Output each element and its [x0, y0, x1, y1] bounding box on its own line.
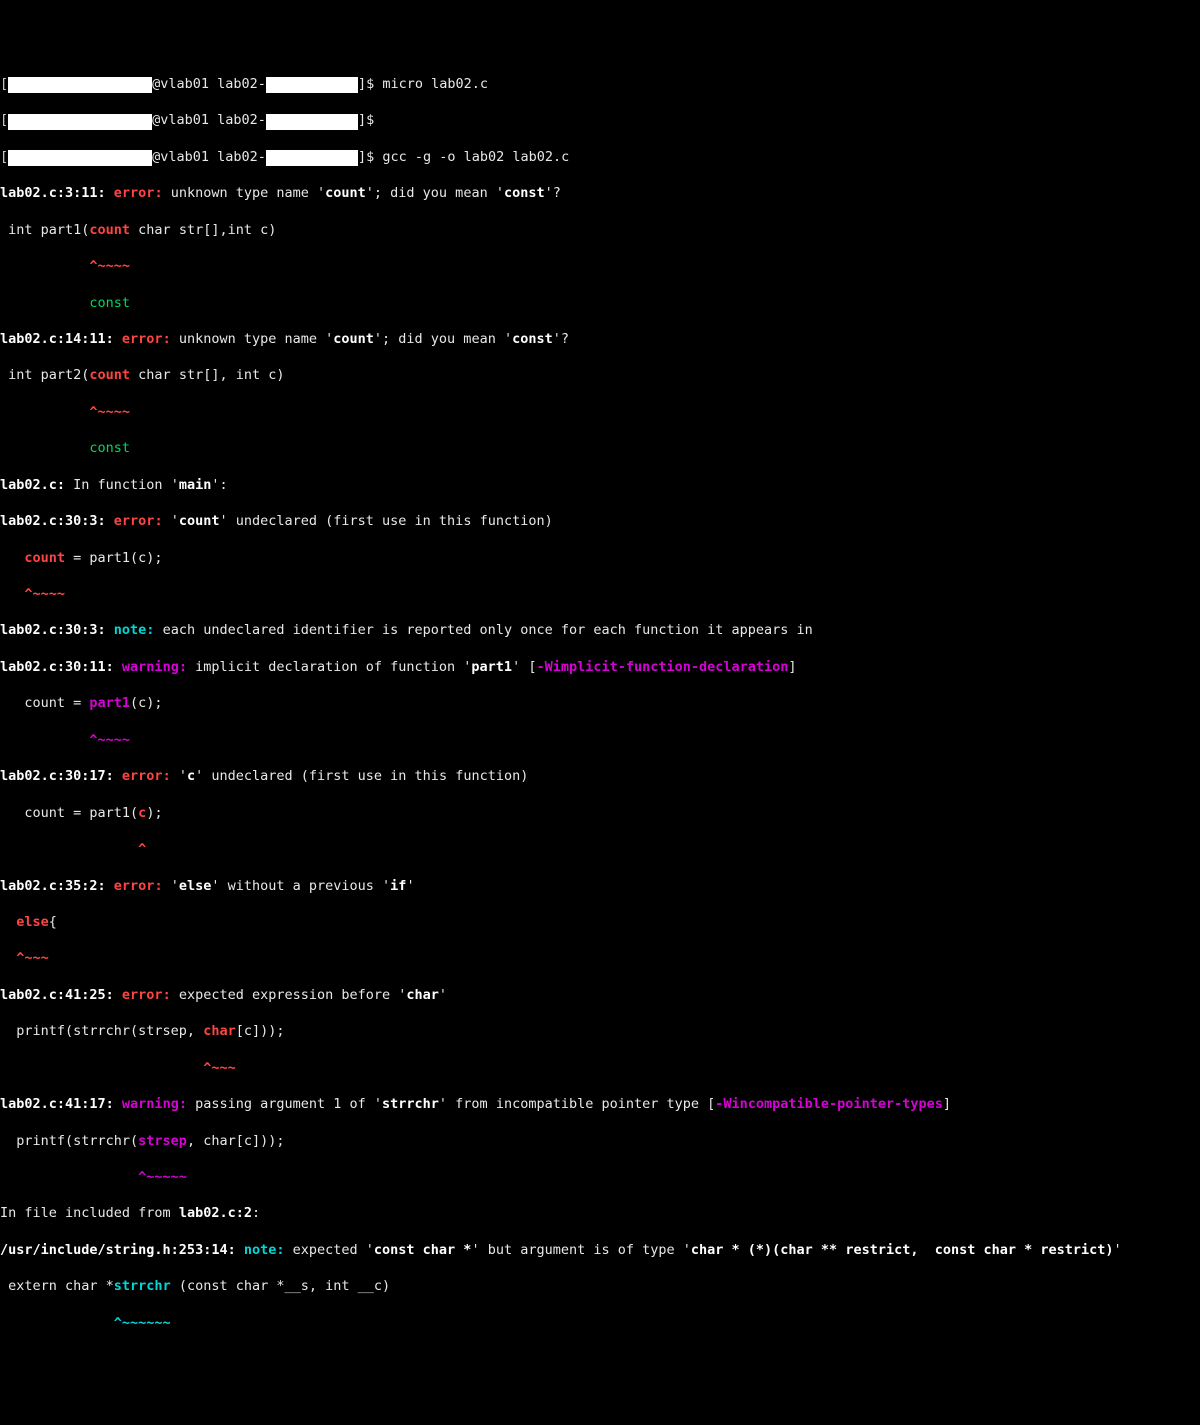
gcc-error: lab02.c:41:25: error: expected expressio… [0, 986, 1200, 1004]
gcc-fixit: const [0, 439, 1200, 457]
gcc-caret: ^~~~ [0, 1059, 1200, 1077]
gcc-warning: lab02.c:30:11: warning: implicit declara… [0, 658, 1200, 676]
gcc-code: printf(strrchr(strsep, char[c])); [0, 1132, 1200, 1150]
gcc-caret: ^~~~~ [0, 585, 1200, 603]
gcc-error: lab02.c:30:3: error: 'count' undeclared … [0, 512, 1200, 530]
gcc-code: count = part1(c); [0, 694, 1200, 712]
terminal-line: [@vlab01 lab02-]$ micro lab02.c [0, 75, 1200, 93]
gcc-note: /usr/include/string.h:253:14: note: expe… [0, 1241, 1200, 1259]
gcc-code: printf(strrchr(strsep, char[c])); [0, 1022, 1200, 1040]
gcc-caret: ^~~~ [0, 949, 1200, 967]
gcc-error: lab02.c:35:2: error: 'else' without a pr… [0, 877, 1200, 895]
gcc-caret: ^~~~~ [0, 731, 1200, 749]
gcc-error: lab02.c:3:11: error: unknown type name '… [0, 184, 1200, 202]
gcc-caret: ^ [0, 840, 1200, 858]
gcc-caret: ^~~~~ [0, 403, 1200, 421]
gcc-error: lab02.c:14:11: error: unknown type name … [0, 330, 1200, 348]
gcc-caret: ^~~~~~~ [0, 1314, 1200, 1332]
gcc-code: int part1(count char str[],int c) [0, 221, 1200, 239]
redacted-dir [266, 114, 358, 130]
gcc-caret: ^~~~~~ [0, 1168, 1200, 1186]
redacted-user [8, 77, 152, 93]
gcc-context: lab02.c: In function 'main': [0, 476, 1200, 494]
gcc-code: count = part1(c); [0, 804, 1200, 822]
gcc-code: count = part1(c); [0, 549, 1200, 567]
gcc-warning: lab02.c:41:17: warning: passing argument… [0, 1095, 1200, 1113]
redacted-user [8, 114, 152, 130]
gcc-error: lab02.c:30:17: error: 'c' undeclared (fi… [0, 767, 1200, 785]
terminal-line: [@vlab01 lab02-]$ [0, 111, 1200, 129]
gcc-code: extern char *strrchr (const char *__s, i… [0, 1277, 1200, 1295]
redacted-user [8, 150, 152, 166]
redacted-dir [266, 150, 358, 166]
gcc-include: In file included from lab02.c:2: [0, 1204, 1200, 1222]
gcc-code: int part2(count char str[], int c) [0, 366, 1200, 384]
redacted-dir [266, 77, 358, 93]
gcc-fixit: const [0, 294, 1200, 312]
terminal-line: [@vlab01 lab02-]$ gcc -g -o lab02 lab02.… [0, 148, 1200, 166]
gcc-code: else{ [0, 913, 1200, 931]
gcc-caret: ^~~~~ [0, 257, 1200, 275]
gcc-note: lab02.c:30:3: note: each undeclared iden… [0, 621, 1200, 639]
